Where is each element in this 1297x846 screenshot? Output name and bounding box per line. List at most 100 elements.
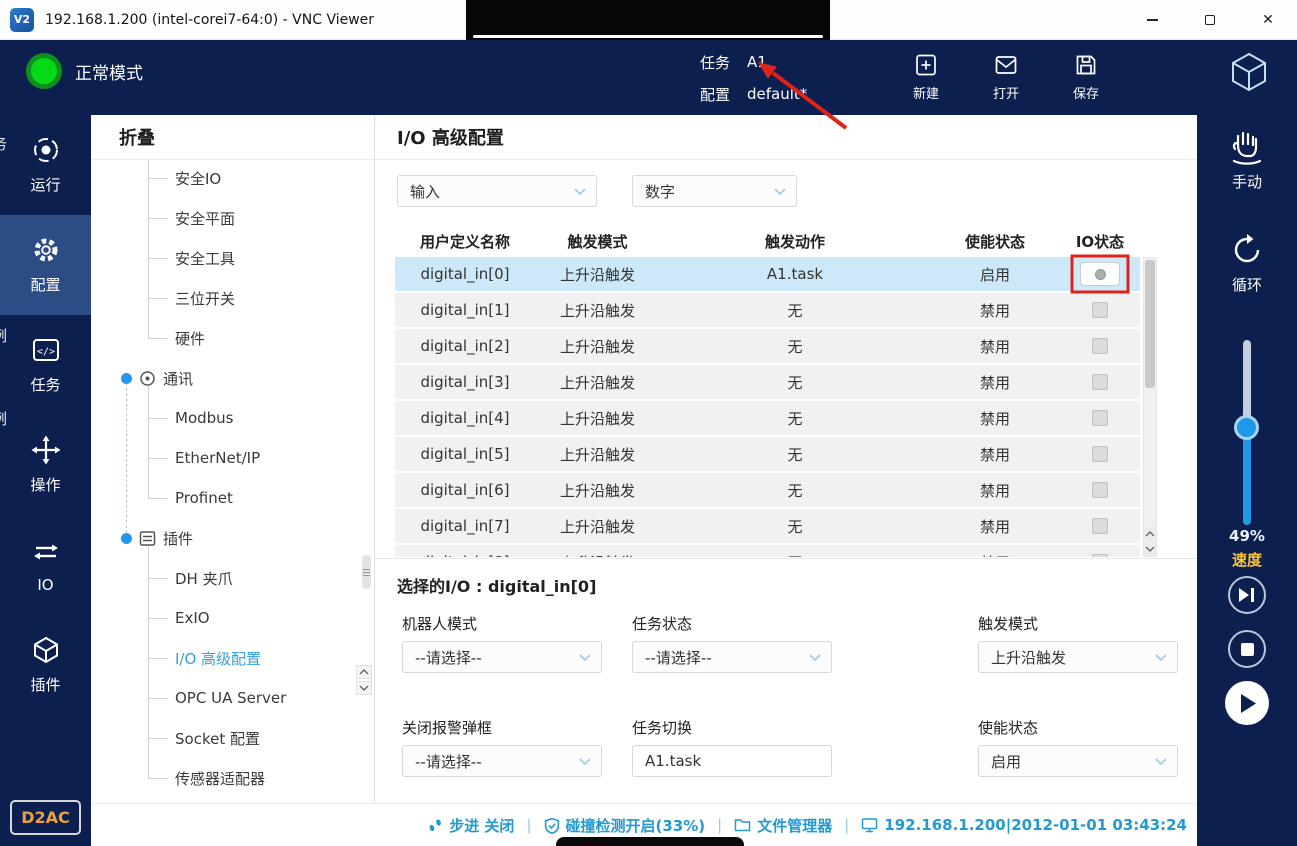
tree-item-modbus[interactable]: Modbus [91,398,360,438]
new-button[interactable]: 新建 [886,52,966,102]
tree-item-three-position-switch[interactable]: 三位开关 [91,278,360,318]
io-state-checkbox[interactable] [1092,518,1108,534]
table-row[interactable]: digital_in[3] 上升沿触发 无 禁用 [395,365,1140,399]
trigger-mode-select[interactable]: 上升沿触发 [978,641,1178,673]
minimize-button[interactable] [1123,0,1181,40]
io-state-checkbox[interactable] [1092,482,1108,498]
step-toggle[interactable]: 步进 关闭 [427,815,514,836]
sidebar-item-run[interactable]: 运行 [0,115,91,215]
th-enable-status: 使能状态 [930,225,1060,257]
save-button[interactable]: 保存 [1046,52,1126,102]
chevron-down-icon [774,188,786,195]
table-row[interactable]: digital_in[4] 上升沿触发 无 禁用 [395,401,1140,435]
open-button[interactable]: 打开 [966,52,1046,102]
file-manager-button[interactable]: 文件管理器 [734,815,832,836]
task-status-select[interactable]: --请选择-- [632,641,832,673]
sidebar-item-task[interactable]: </> 任务 [0,315,91,415]
vnc-toolbar-tab[interactable] [466,0,830,40]
io-state-checkbox[interactable] [1092,374,1108,390]
speed-slider-thumb[interactable] [1234,415,1259,440]
collapse-bullet-icon[interactable] [121,533,132,544]
table-scrollbar[interactable] [1143,257,1157,557]
table-row[interactable]: digital_in[0] 上升沿触发 A1.task 启用 [395,257,1140,291]
close-icon: ✕ [1262,12,1274,28]
tree-scroll-down-button[interactable] [356,681,372,695]
tree-item-ethernet-ip[interactable]: EtherNet/IP [91,438,360,478]
table-row[interactable]: digital_in[2] 上升沿触发 无 禁用 [395,329,1140,363]
sidebar-item-operate[interactable]: 操作 [0,415,91,515]
tree-section-plugin[interactable]: 插件 [91,518,360,558]
play-button[interactable] [1225,681,1269,725]
open-icon [993,52,1019,78]
task-switch-input[interactable] [632,745,832,777]
sidebar-item-config[interactable]: 配置 [0,215,91,315]
io-direction-select[interactable]: 输入 [397,175,597,207]
sidebar-item-io[interactable]: IO [0,515,91,615]
chevron-up-icon [1145,531,1155,537]
table-row[interactable]: digital_in[7] 上升沿触发 无 禁用 [395,509,1140,543]
io-state-indicator [1080,262,1120,286]
io-state-checkbox[interactable] [1092,338,1108,354]
th-trigger-mode: 触发模式 [535,225,660,257]
robot-mode-select[interactable]: --请选择-- [402,641,602,673]
tree-item-safety-io[interactable]: 安全IO [91,160,360,198]
table-scroll-up-button[interactable] [1144,527,1156,541]
table-row[interactable]: digital_in[1] 上升沿触发 无 禁用 [395,293,1140,327]
tree-item-exio[interactable]: ExIO [91,598,360,638]
stop-button[interactable] [1228,630,1266,668]
tree-item-safety-tool[interactable]: 安全工具 [91,238,360,278]
th-trigger-action: 触发动作 [660,225,930,257]
io-state-checkbox[interactable] [1092,554,1108,557]
monitor-icon [861,817,878,833]
code-task-icon: </> [31,335,61,365]
table-scroll-down-button[interactable] [1144,542,1156,556]
table-row[interactable]: digital_in[5] 上升沿触发 无 禁用 [395,437,1140,471]
io-state-checkbox[interactable] [1092,446,1108,462]
manual-mode-button[interactable]: 手动 [1197,128,1297,192]
d2ac-button[interactable]: D2AC [10,800,81,835]
mode-indicator[interactable]: 正常模式 [26,53,143,89]
tree-scrollbar-thumb[interactable] [362,555,371,589]
maximize-button[interactable] [1181,0,1239,40]
tree-item-safety-plane[interactable]: 安全平面 [91,198,360,238]
tree-item-dh-gripper[interactable]: DH 夹爪 [91,558,360,598]
table-row[interactable]: digital_in[8] 上升沿触发 无 禁用 [395,545,1140,557]
new-file-icon [913,52,939,78]
edge-fragment: 例 [0,408,7,429]
collapse-bullet-icon[interactable] [121,373,132,384]
config-value: default* [747,85,807,103]
tree-section-communication[interactable]: 通讯 [91,358,360,398]
task-label: 任务 [700,52,730,73]
loop-mode-button[interactable]: 循环 [1197,232,1297,295]
tree-item-sensor-adapter[interactable]: 传感器适配器 [91,758,360,798]
tree-item-opc-ua-server[interactable]: OPC UA Server [91,678,360,718]
sidebar-item-plugin[interactable]: 插件 [0,615,91,715]
tree-item-io-advanced-config[interactable]: I/O 高级配置 [91,638,360,678]
section-divider [375,558,1197,559]
chevron-down-icon [1155,758,1167,765]
tree-item-socket-config[interactable]: Socket 配置 [91,718,360,758]
step-next-button[interactable] [1228,576,1266,614]
svg-text:</>: </> [36,347,54,358]
window-title: 192.168.1.200 (intel-corei7-64:0) - VNC … [45,12,374,28]
enable-status-select[interactable]: 启用 [978,745,1178,777]
collision-detection-status[interactable]: 碰撞检测开启(33%) [544,815,706,836]
io-state-checkbox[interactable] [1092,302,1108,318]
th-io-status: IO状态 [1060,225,1140,257]
tree-item-hardware[interactable]: 硬件 [91,318,360,358]
tree-item-profinet[interactable]: Profinet [91,478,360,518]
close-button[interactable]: ✕ [1239,0,1297,40]
table-row[interactable]: digital_in[6] 上升沿触发 无 禁用 [395,473,1140,507]
io-type-select[interactable]: 数字 [632,175,797,207]
table-scrollbar-thumb[interactable] [1145,260,1155,388]
hand-icon [1227,128,1267,165]
close-alarm-select[interactable]: --请选择-- [402,745,602,777]
minimize-icon [1147,19,1158,20]
chevron-down-icon [1155,654,1167,661]
save-icon [1073,52,1099,78]
left-sidebar: 运行 配置 </> 任务 操作 [0,115,91,846]
tree-scroll-up-button[interactable] [356,665,372,679]
task-status-field: 任务状态 --请选择-- [632,613,832,673]
main-panel: I/O 高级配置 输入 数字 用户定义名称 触发模式 触发动作 使能状态 IO状… [375,115,1197,803]
io-state-checkbox[interactable] [1092,410,1108,426]
